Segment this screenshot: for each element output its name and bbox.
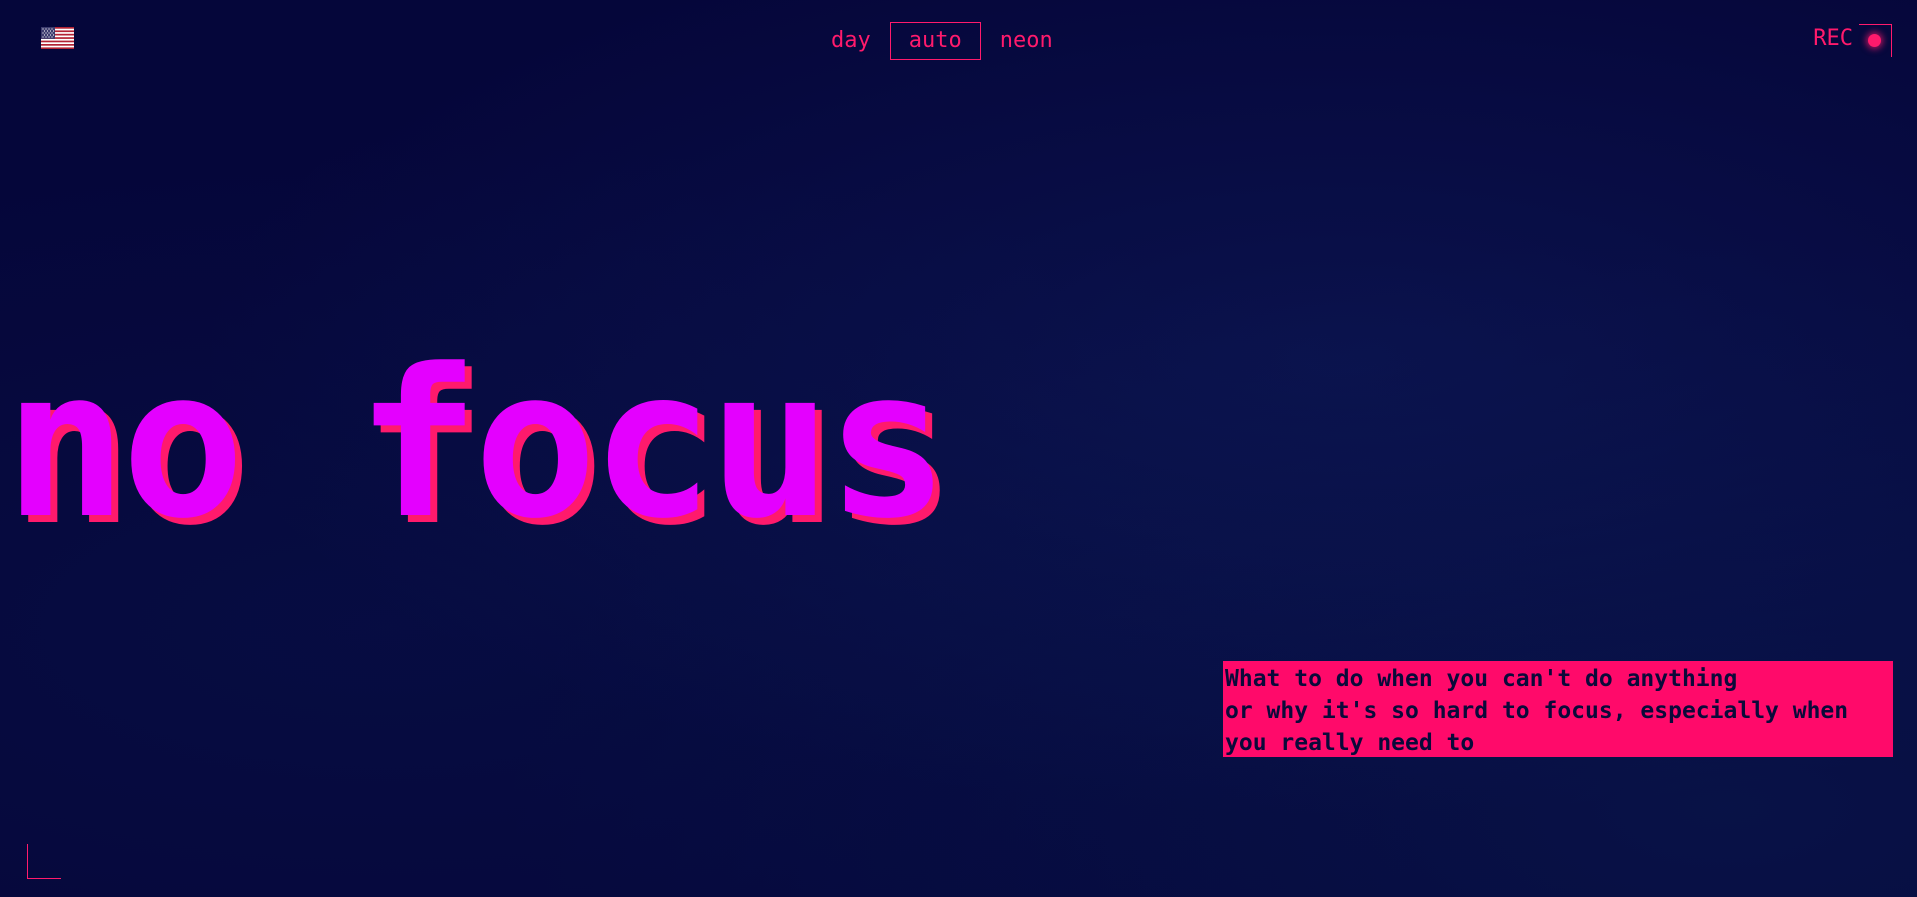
hero-title: no focus <box>4 326 949 564</box>
theme-switch: day auto neon <box>812 22 1072 60</box>
rec-label: REC <box>1813 25 1853 51</box>
subtitle-block: What to do when you can't do anything or… <box>1223 661 1893 757</box>
recording-dot-icon <box>1868 34 1881 47</box>
theme-option-neon[interactable]: neon <box>981 22 1072 60</box>
subtitle-line: or why it's so hard to focus, especially… <box>1225 698 1849 724</box>
page: day auto neon REC no focus What to do wh… <box>0 0 1917 897</box>
theme-option-day[interactable]: day <box>812 22 890 60</box>
rec-frame <box>1859 24 1892 57</box>
rec-indicator: REC <box>1813 22 1892 57</box>
us-flag-icon[interactable] <box>41 27 74 49</box>
subtitle-line: you really need to <box>1225 730 1475 756</box>
subtitle-line: What to do when you can't do anything <box>1225 666 1738 692</box>
corner-bracket-decoration <box>27 844 61 879</box>
us-flag-graphic <box>41 27 74 49</box>
theme-option-auto[interactable]: auto <box>889 22 981 60</box>
